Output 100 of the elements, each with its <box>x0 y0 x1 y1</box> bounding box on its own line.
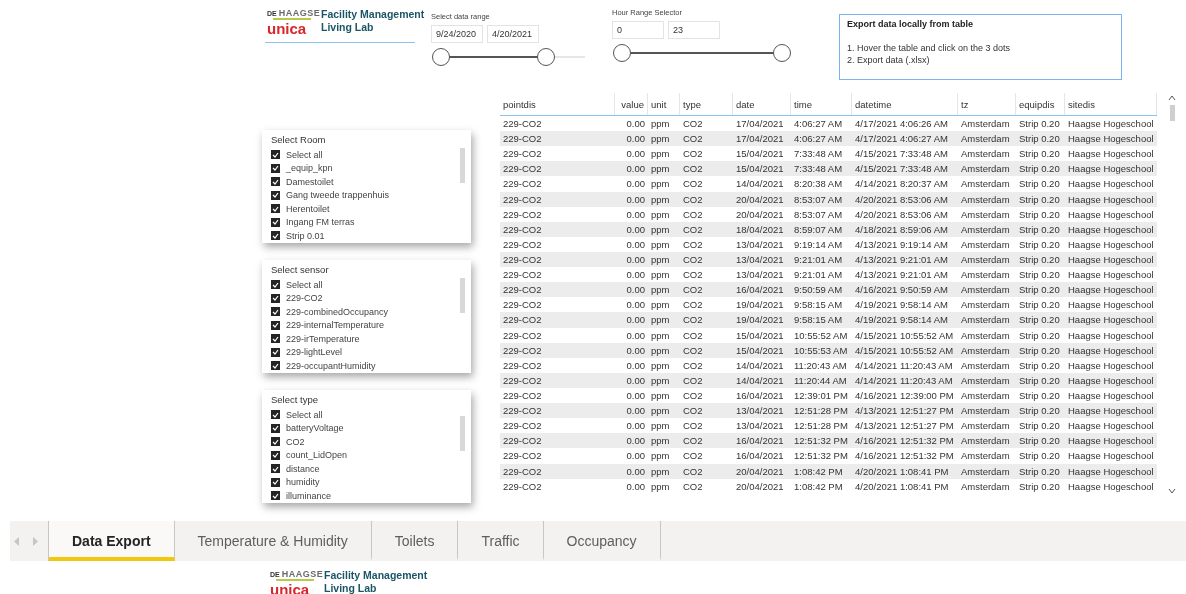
table-cell-text: 7:33:48 AM <box>793 162 844 177</box>
column-header[interactable]: datetime <box>852 93 958 115</box>
slider-thumb[interactable] <box>613 44 631 62</box>
page-tab[interactable]: Toilets <box>371 521 459 561</box>
table-cell-text: 14/04/2021 <box>735 373 785 388</box>
table-cell-text: CO2 <box>682 298 704 313</box>
end-input[interactable]: 23 <box>668 21 720 39</box>
table-cell-text: 13/04/2021 <box>735 237 785 252</box>
slicer-item[interactable]: humidity <box>286 477 320 488</box>
table-cell-text: CO2 <box>682 147 704 162</box>
table-cell-text: CO2 <box>682 237 704 252</box>
slicer-item[interactable]: batteryVoltage <box>286 423 344 434</box>
page-tab[interactable]: Occupancy <box>543 521 661 561</box>
slicer-item[interactable]: Strip 0.01 <box>286 230 325 241</box>
column-header[interactable]: time <box>791 93 852 115</box>
checkbox[interactable] <box>271 293 280 303</box>
range-slider[interactable] <box>612 43 792 63</box>
slicer-item[interactable]: Select all <box>286 409 323 420</box>
slicer-item[interactable]: Select all <box>286 149 323 160</box>
table-cell-text: CO2 <box>682 419 704 434</box>
checkbox[interactable] <box>271 410 280 420</box>
slider-thumb[interactable] <box>537 48 556 66</box>
checkbox[interactable] <box>271 190 280 200</box>
slider-thumb[interactable] <box>432 48 450 66</box>
checkbox[interactable] <box>271 361 280 371</box>
start-input[interactable]: 0 <box>612 21 664 39</box>
table-cell-text: Haagse Hogeschool <box>1067 479 1155 494</box>
slicer-item[interactable]: 229-irTemperature <box>286 333 360 344</box>
column-header[interactable]: sitedis <box>1065 93 1157 115</box>
checkbox[interactable] <box>271 231 280 241</box>
table-cell-text: Haagse Hogeschool <box>1067 117 1155 132</box>
start-input[interactable]: 9/24/2020 <box>431 25 483 43</box>
scrollbar-thumb[interactable] <box>460 278 465 313</box>
column-header[interactable]: unit <box>648 93 680 115</box>
slicer-item[interactable]: CO2 <box>286 436 305 447</box>
column-header[interactable]: value <box>615 93 648 115</box>
slicer-item[interactable]: Gang tweede trappenhuis <box>286 190 390 201</box>
slicer-item[interactable]: 229-lightLevel <box>286 347 343 358</box>
slicer-item[interactable]: illuminance <box>286 490 332 501</box>
end-input[interactable]: 4/20/2021 <box>487 25 539 43</box>
checkbox[interactable] <box>271 347 280 357</box>
slicer-item[interactable]: 229-occupantHumidity <box>286 360 376 371</box>
checkbox[interactable] <box>271 477 280 487</box>
checkbox[interactable] <box>271 320 280 330</box>
column-header[interactable]: equipdis <box>1016 93 1065 115</box>
slicer-item[interactable]: 229-CO2 <box>286 293 323 304</box>
checkbox[interactable] <box>271 150 280 160</box>
page-tab[interactable]: Temperature & Humidity <box>174 521 372 561</box>
scrollbar-thumb[interactable] <box>460 148 465 183</box>
table-cell-text: CO2 <box>682 479 704 494</box>
page-tab[interactable]: Traffic <box>458 521 544 561</box>
table-cell-text: 0.00 <box>625 358 646 373</box>
checkbox[interactable] <box>271 177 280 187</box>
checkbox[interactable] <box>271 437 280 447</box>
table-cell-text: Haagse Hogeschool <box>1067 207 1155 222</box>
scroll-up-icon[interactable] <box>1168 95 1176 101</box>
table-cell-text: 9:58:15 AM <box>793 313 844 328</box>
slicer-item[interactable]: _equip_kpn <box>286 163 333 174</box>
checkbox[interactable] <box>271 204 280 214</box>
checkbox[interactable] <box>271 450 280 460</box>
checkbox[interactable] <box>271 307 280 317</box>
slicer-item[interactable]: Herentoilet <box>286 203 330 214</box>
table-cell-text: 0.00 <box>625 237 646 252</box>
table-cell-text: 0.00 <box>625 177 646 192</box>
checkbox[interactable] <box>271 464 280 474</box>
table-cell-text: 0.00 <box>625 328 646 343</box>
table-cell-text: Amsterdam <box>960 283 1011 298</box>
table-cell-text: CO2 <box>682 343 704 358</box>
checkbox[interactable] <box>271 334 280 344</box>
table-cell-text: 0.00 <box>625 343 646 358</box>
slicer-item[interactable]: distance <box>286 463 320 474</box>
checkbox[interactable] <box>271 423 280 433</box>
checkbox[interactable] <box>271 280 280 290</box>
column-header[interactable]: pointdis <box>500 93 615 115</box>
table-cell-text: 12:51:32 PM <box>793 434 849 449</box>
table-cell-text: Amsterdam <box>960 358 1011 373</box>
slicer-item[interactable]: Select all <box>286 279 323 290</box>
scroll-down-icon[interactable] <box>1168 487 1176 494</box>
slicer-item[interactable]: 229-combinedOccupancy <box>286 306 389 317</box>
scrollbar-thumb[interactable] <box>1169 105 1175 121</box>
column-header[interactable]: tz <box>958 93 1016 115</box>
page-tab[interactable]: Data Export <box>49 521 175 561</box>
table-cell-text: 229-CO2 <box>502 328 543 343</box>
slider-thumb[interactable] <box>773 44 791 62</box>
table-cell-text: 0.00 <box>625 132 646 147</box>
checkbox[interactable] <box>271 163 280 173</box>
table-cell-text: 16/04/2021 <box>735 389 785 403</box>
checkbox[interactable] <box>271 491 280 501</box>
slicer-item[interactable]: count_LidOpen <box>286 450 348 461</box>
slicer-item[interactable]: Ingang FM terras <box>286 217 355 228</box>
column-header[interactable]: date <box>733 93 791 115</box>
checkbox[interactable] <box>271 217 280 227</box>
column-header[interactable]: type <box>680 93 733 115</box>
slicer-item[interactable]: 229-internalTemperature <box>286 320 385 331</box>
table-cell-text: Amsterdam <box>960 389 1011 403</box>
table-cell-text: 17/04/2021 <box>735 132 785 147</box>
logo-brand: unica <box>267 20 308 38</box>
scrollbar-thumb[interactable] <box>460 416 465 451</box>
slicer-item[interactable]: Damestoilet <box>286 176 334 187</box>
table-cell-text: Amsterdam <box>960 237 1011 252</box>
